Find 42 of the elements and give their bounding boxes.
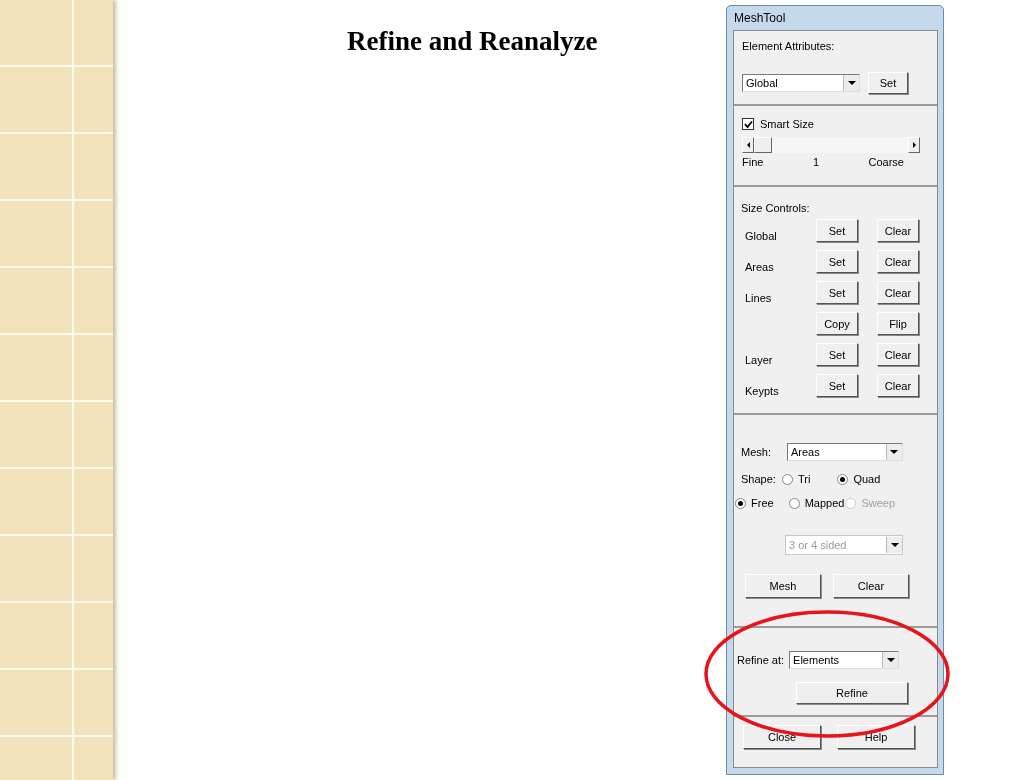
set-button[interactable]: Set — [868, 72, 908, 94]
set-button[interactable]: Set — [816, 219, 858, 242]
set-button[interactable]: Set — [816, 343, 858, 366]
clear-button[interactable]: Clear — [877, 281, 919, 304]
radio-option[interactable]: Tri — [782, 473, 811, 485]
set-button[interactable]: Set — [816, 250, 858, 273]
clear-button[interactable]: Clear — [877, 374, 919, 397]
slide-title: Refine and Reanalyze — [347, 26, 599, 57]
clear-button[interactable]: Clear — [833, 574, 909, 598]
slider-value: 1 — [812, 156, 820, 168]
clear-button[interactable]: Clear — [877, 343, 919, 366]
clear-button[interactable]: Clear — [877, 250, 919, 273]
row-label: Global — [745, 230, 777, 242]
clear-button[interactable]: Clear — [877, 219, 919, 242]
checkbox[interactable]: Smart Size — [742, 118, 937, 130]
refine-label: Refine at: — [737, 654, 785, 666]
checkmark-icon — [743, 119, 753, 129]
row-label: Lines — [745, 292, 772, 304]
refine-button[interactable]: Refine — [796, 682, 908, 704]
radio-option[interactable]: Quad — [837, 473, 881, 485]
radio-option[interactable]: Mapped — [788, 497, 845, 509]
row-label: Layer — [745, 354, 773, 366]
set-button[interactable]: Set — [816, 374, 858, 397]
clear-button[interactable]: Flip — [877, 312, 919, 335]
set-button[interactable]: Set — [816, 281, 858, 304]
row-label: Areas — [745, 261, 774, 273]
mesh-label: Mesh: — [741, 446, 771, 458]
slider[interactable] — [742, 137, 920, 153]
shape-label: Shape: — [741, 473, 777, 485]
row-label: Keypts — [745, 385, 779, 397]
set-button[interactable]: Copy — [816, 312, 858, 335]
mesh-button[interactable]: Mesh — [745, 574, 821, 598]
dropdown[interactable]: Global — [742, 74, 860, 92]
section-label: Element Attributes: — [742, 40, 835, 52]
section-label: Size Controls: — [741, 202, 810, 214]
slider-min-label: Fine — [742, 156, 764, 168]
slider-thumb[interactable] — [754, 137, 772, 153]
radio-option[interactable]: Free — [735, 497, 774, 509]
dropdown[interactable]: Elements — [789, 651, 900, 669]
window-title: MeshTool — [733, 10, 787, 27]
slider-max-label: Coarse — [868, 156, 904, 168]
dropdown[interactable]: Areas — [786, 443, 903, 461]
